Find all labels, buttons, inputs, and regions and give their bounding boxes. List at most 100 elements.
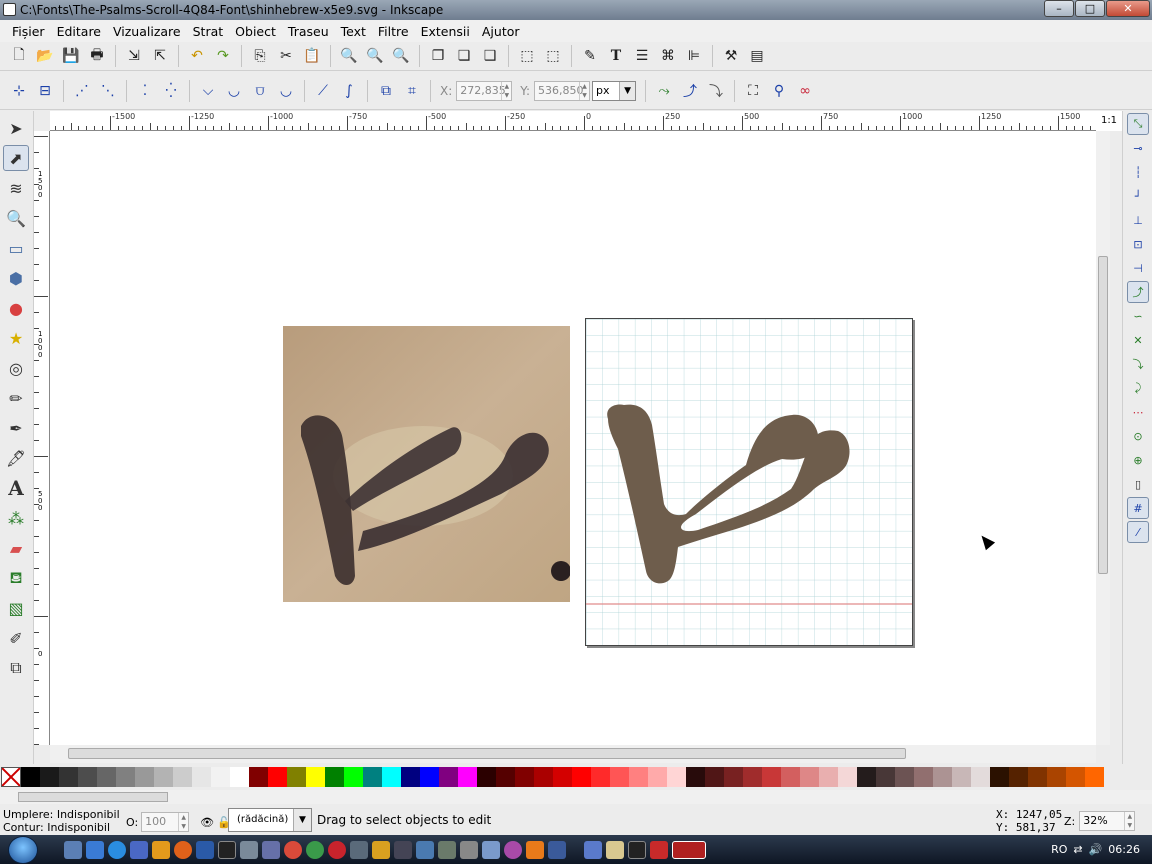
palette-swatch[interactable] — [990, 767, 1009, 787]
inkscape-task-icon[interactable] — [650, 840, 668, 859]
explorer-icon[interactable] — [86, 840, 104, 859]
spiral-tool-icon[interactable]: ◎ — [3, 355, 29, 381]
text-tool-icon[interactable]: A — [3, 475, 29, 501]
palette-swatch[interactable] — [211, 767, 230, 787]
tool-icon[interactable] — [350, 840, 368, 859]
unlink-clone-icon[interactable]: ❑ — [479, 45, 501, 67]
palette-swatch[interactable] — [762, 767, 781, 787]
palette-scrollbar[interactable] — [0, 790, 1152, 804]
palette-swatch[interactable] — [401, 767, 420, 787]
fill-stroke-icon[interactable]: ✎ — [579, 45, 601, 67]
ungroup-icon[interactable]: ⬚ — [542, 45, 564, 67]
firefox-icon[interactable] — [174, 840, 192, 859]
break-path-icon[interactable]: ⋱ — [97, 80, 119, 102]
language-indicator[interactable]: RO — [1051, 843, 1067, 856]
palette-swatch[interactable] — [971, 767, 990, 787]
delete-segment-icon[interactable]: ⁛ — [160, 80, 182, 102]
palette-swatch[interactable] — [724, 767, 743, 787]
palette-swatch[interactable] — [534, 767, 553, 787]
ie-icon[interactable] — [108, 840, 126, 859]
symmetric-node-icon[interactable]: ⩌ — [249, 80, 271, 102]
spray-tool-icon[interactable]: ⁂ — [3, 505, 29, 531]
star-tool-icon[interactable]: ★ — [3, 325, 29, 351]
palette-swatch[interactable] — [1009, 767, 1028, 787]
object-to-path-icon[interactable]: ⧉ — [375, 80, 397, 102]
palette-swatch[interactable] — [800, 767, 819, 787]
palette-swatch[interactable] — [857, 767, 876, 787]
snap-midpoint-icon[interactable]: ⋯ — [1127, 401, 1149, 423]
auto-smooth-node-icon[interactable]: ◡ — [275, 80, 297, 102]
palette-swatch[interactable] — [59, 767, 78, 787]
palette-swatch[interactable] — [78, 767, 97, 787]
palette-swatch[interactable] — [192, 767, 211, 787]
app-icon[interactable] — [504, 840, 522, 859]
palette-swatch[interactable] — [306, 767, 325, 787]
show-desktop-icon[interactable] — [64, 840, 82, 859]
palette-swatch[interactable] — [648, 767, 667, 787]
fill-stroke-indicator[interactable]: Umplere: Indisponibil Contur: Indisponib… — [3, 808, 120, 834]
zoom-spin-arrows-icon[interactable]: ▲ ▼ — [1124, 812, 1134, 830]
palette-swatch[interactable] — [610, 767, 629, 787]
opacity-spin-arrows-icon[interactable]: ▲ ▼ — [178, 813, 188, 831]
palette-swatch[interactable] — [838, 767, 857, 787]
tools-icon[interactable] — [438, 840, 456, 859]
window-icon[interactable] — [482, 840, 500, 859]
snap-bbox-midpoint-icon[interactable]: ⊥ — [1127, 209, 1149, 231]
join-segment-icon[interactable]: ⁚ — [134, 80, 156, 102]
media-player-icon[interactable] — [152, 840, 170, 859]
snap-guide-icon[interactable]: ⁄ — [1127, 521, 1149, 543]
palette-swatch[interactable] — [743, 767, 762, 787]
export-icon[interactable]: ⇱ — [149, 45, 171, 67]
save-task-icon[interactable] — [584, 840, 602, 859]
opacity-input[interactable]: 100 ▲ ▼ — [141, 812, 190, 832]
palette-swatch[interactable] — [686, 767, 705, 787]
word-icon[interactable] — [196, 840, 214, 859]
document-properties-icon[interactable]: ▤ — [746, 45, 768, 67]
menu-view[interactable]: Vizualizare — [107, 24, 187, 39]
volume-tray-icon[interactable]: 🔊 — [1089, 843, 1103, 856]
calc-icon[interactable] — [240, 840, 258, 859]
new-icon[interactable]: 🗋 — [8, 45, 30, 67]
palette-swatch[interactable] — [420, 767, 439, 787]
snap-grid-icon[interactable]: # — [1127, 497, 1149, 519]
group-icon[interactable]: ⬚ — [516, 45, 538, 67]
undo-icon[interactable]: ↶ — [186, 45, 208, 67]
network-tray-icon[interactable]: ⇄ — [1073, 843, 1082, 856]
x-input[interactable]: 272,835 ▲ ▼ — [456, 80, 513, 101]
horizontal-scrollbar[interactable] — [50, 745, 1096, 763]
next-path-effect-icon[interactable]: ⤳ — [653, 80, 675, 102]
browser-icon[interactable] — [548, 840, 566, 859]
document-page[interactable] — [585, 318, 913, 646]
layers-icon[interactable]: ☰ — [631, 45, 653, 67]
clippath-edit-icon[interactable]: ⤴ — [679, 80, 701, 102]
maximize-button[interactable]: □ — [1075, 0, 1105, 17]
zoom-page-icon[interactable]: 🔍 — [390, 45, 412, 67]
snap-path-icon[interactable]: ∽ — [1127, 305, 1149, 327]
no-paint-swatch[interactable] — [1, 767, 21, 787]
zoom-tool-icon[interactable]: 🔍 — [3, 205, 29, 231]
palette-swatch[interactable] — [1085, 767, 1104, 787]
rectangle-tool-icon[interactable]: ▭ — [3, 235, 29, 261]
cut-icon[interactable]: ✂ — [275, 45, 297, 67]
transform-handles-icon[interactable]: ⛶ — [742, 80, 764, 102]
palette-swatch[interactable] — [1066, 767, 1085, 787]
palette-swatch[interactable] — [705, 767, 724, 787]
palette-swatch[interactable] — [268, 767, 287, 787]
palette-swatch[interactable] — [458, 767, 477, 787]
join-nodes-icon[interactable]: ⋰ — [71, 80, 93, 102]
cusp-node-icon[interactable]: ⌵ — [197, 80, 219, 102]
globe-icon[interactable] — [306, 840, 324, 859]
palette-swatch[interactable] — [154, 767, 173, 787]
snap-object-center-icon[interactable]: ⊙ — [1127, 425, 1149, 447]
vertical-scrollbar[interactable] — [1096, 131, 1110, 745]
scroll-photo[interactable] — [283, 326, 570, 602]
palette-swatch[interactable] — [496, 767, 515, 787]
copy-icon[interactable]: ⎘ — [249, 45, 271, 67]
network-icon[interactable] — [416, 840, 434, 859]
palette-swatch[interactable] — [515, 767, 534, 787]
paint-bucket-tool-icon[interactable]: ⛾ — [3, 565, 29, 591]
menu-filters[interactable]: Filtre — [372, 24, 415, 39]
start-button[interactable] — [8, 835, 38, 864]
snap-enable-icon[interactable]: ⤡ — [1127, 113, 1149, 135]
selector-tool-icon[interactable]: ➤ — [3, 115, 29, 141]
